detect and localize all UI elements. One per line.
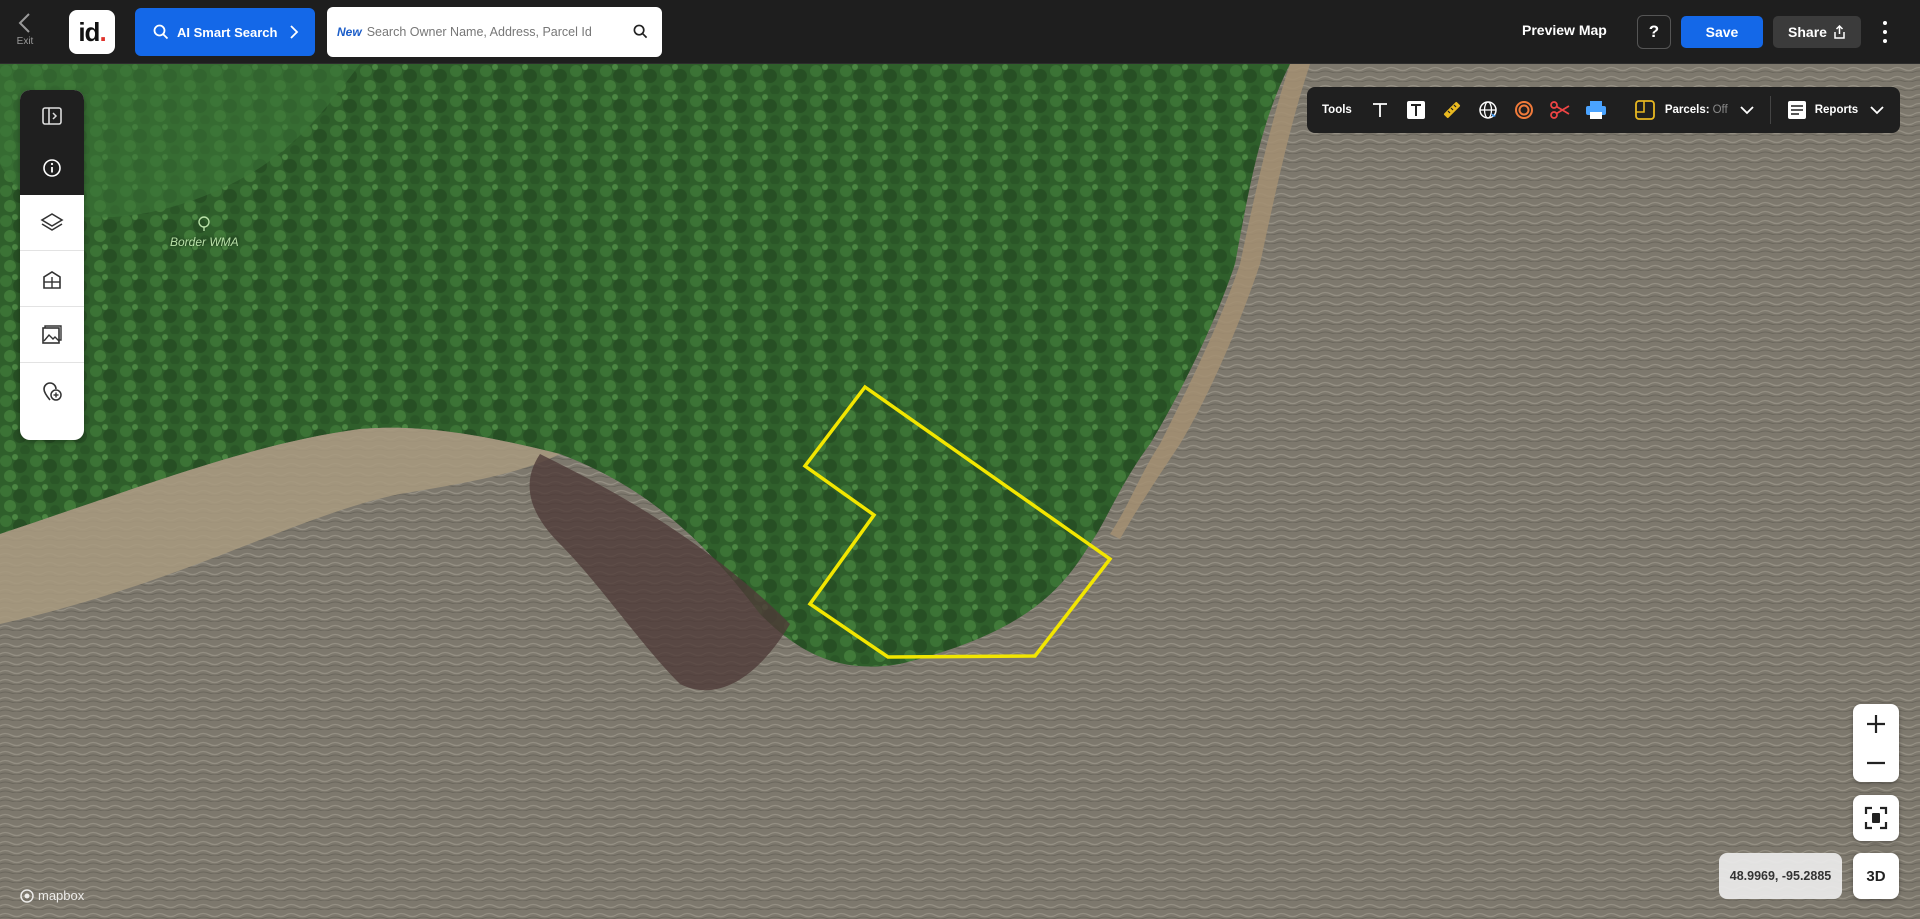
plus-icon — [1867, 714, 1885, 733]
recenter-button[interactable] — [1853, 795, 1899, 841]
text-box-tool-icon — [1406, 101, 1425, 119]
preview-map-button[interactable]: Preview Map — [1522, 22, 1607, 38]
mapbox-logo-icon — [20, 888, 34, 903]
logo-text: id — [78, 16, 100, 47]
search-bar[interactable]: New — [327, 7, 662, 57]
ruler-tool-icon — [1443, 101, 1460, 119]
reports-icon — [1787, 101, 1806, 119]
zoom-controls — [1853, 704, 1899, 782]
search-icon[interactable] — [633, 24, 648, 39]
new-badge: New — [337, 25, 362, 39]
zoom-out-button[interactable] — [1853, 743, 1899, 782]
globe-tool-button[interactable] — [1470, 92, 1506, 128]
toolbar-divider — [1769, 96, 1771, 124]
buildings-icon — [43, 270, 61, 289]
parcel-icon — [1634, 100, 1655, 120]
add-location-button[interactable] — [20, 363, 84, 419]
print-tool-button[interactable] — [1578, 92, 1614, 128]
imagery-button[interactable] — [20, 307, 84, 363]
ruler-tool-button[interactable] — [1434, 92, 1470, 128]
share-icon — [1834, 25, 1845, 39]
focus-frame-icon — [1864, 806, 1888, 830]
parcels-label: Parcels: — [1664, 104, 1710, 116]
share-button[interactable]: Share — [1773, 16, 1861, 48]
parcels-state: Off — [1712, 104, 1728, 116]
info-button[interactable] — [20, 142, 84, 194]
text-box-tool-button[interactable] — [1398, 92, 1434, 128]
poi-marker[interactable]: Border WMA — [170, 216, 239, 249]
app-logo[interactable]: id. — [69, 10, 115, 54]
logo-dot: . — [99, 16, 106, 47]
reports-dropdown[interactable]: Reports — [1787, 100, 1884, 120]
mapbox-label: mapbox — [38, 888, 85, 903]
scissors-tool-button[interactable] — [1542, 92, 1578, 128]
3d-toggle-button[interactable]: 3D — [1853, 853, 1899, 899]
scissors-tool-icon — [1549, 101, 1570, 119]
text-tool-icon — [1372, 103, 1387, 117]
tools-bar: Tools Parcels: Off Reports — [1307, 87, 1900, 133]
panel-toggle-icon — [42, 107, 62, 125]
buffer-tool-icon — [1514, 101, 1533, 119]
left-toolbar-header — [20, 90, 84, 195]
help-button[interactable]: ? — [1637, 15, 1671, 49]
mapbox-attribution[interactable]: mapbox — [20, 888, 84, 903]
exit-label: Exit — [16, 36, 34, 47]
globe-tool-icon — [1479, 101, 1497, 119]
parcels-toggle[interactable]: Parcels: Off — [1634, 99, 1754, 121]
layers-button[interactable] — [20, 195, 84, 251]
tools-label: Tools — [1322, 104, 1352, 116]
exit-button[interactable]: Exit — [8, 12, 42, 54]
buffer-tool-button[interactable] — [1506, 92, 1542, 128]
reports-label: Reports — [1814, 104, 1859, 116]
info-icon — [43, 159, 61, 177]
tree-icon — [198, 216, 211, 231]
panel-toggle-button[interactable] — [20, 90, 84, 142]
ai-smart-search-button[interactable]: AI Smart Search — [135, 8, 315, 56]
map-canvas[interactable]: Border WMA mapbox — [0, 64, 1920, 919]
top-bar: Exit id. AI Smart Search New Preview Map… — [0, 0, 1920, 64]
coordinates-readout: 48.9969, -95.2885 — [1719, 853, 1842, 899]
search-input[interactable] — [366, 25, 637, 39]
chevron-right-icon — [290, 25, 299, 39]
left-toolbar — [20, 90, 84, 440]
save-button[interactable]: Save — [1681, 16, 1763, 48]
chevron-left-icon — [18, 13, 30, 33]
layers-icon — [40, 212, 64, 231]
satellite-imagery — [0, 64, 1920, 919]
search-icon — [153, 24, 169, 40]
share-label: Share — [1788, 24, 1827, 40]
more-options-icon[interactable] — [1876, 18, 1894, 46]
chevron-down-icon — [1870, 106, 1884, 115]
chevron-down-icon — [1740, 106, 1754, 115]
poi-label: Border WMA — [170, 235, 239, 249]
minus-icon — [1867, 761, 1885, 764]
add-location-icon — [43, 382, 62, 401]
print-tool-icon — [1585, 101, 1606, 119]
text-tool-button[interactable] — [1362, 92, 1398, 128]
zoom-in-button[interactable] — [1853, 704, 1899, 743]
buildings-button[interactable] — [20, 251, 84, 307]
ai-search-label: AI Smart Search — [177, 24, 278, 40]
imagery-icon — [42, 324, 62, 344]
